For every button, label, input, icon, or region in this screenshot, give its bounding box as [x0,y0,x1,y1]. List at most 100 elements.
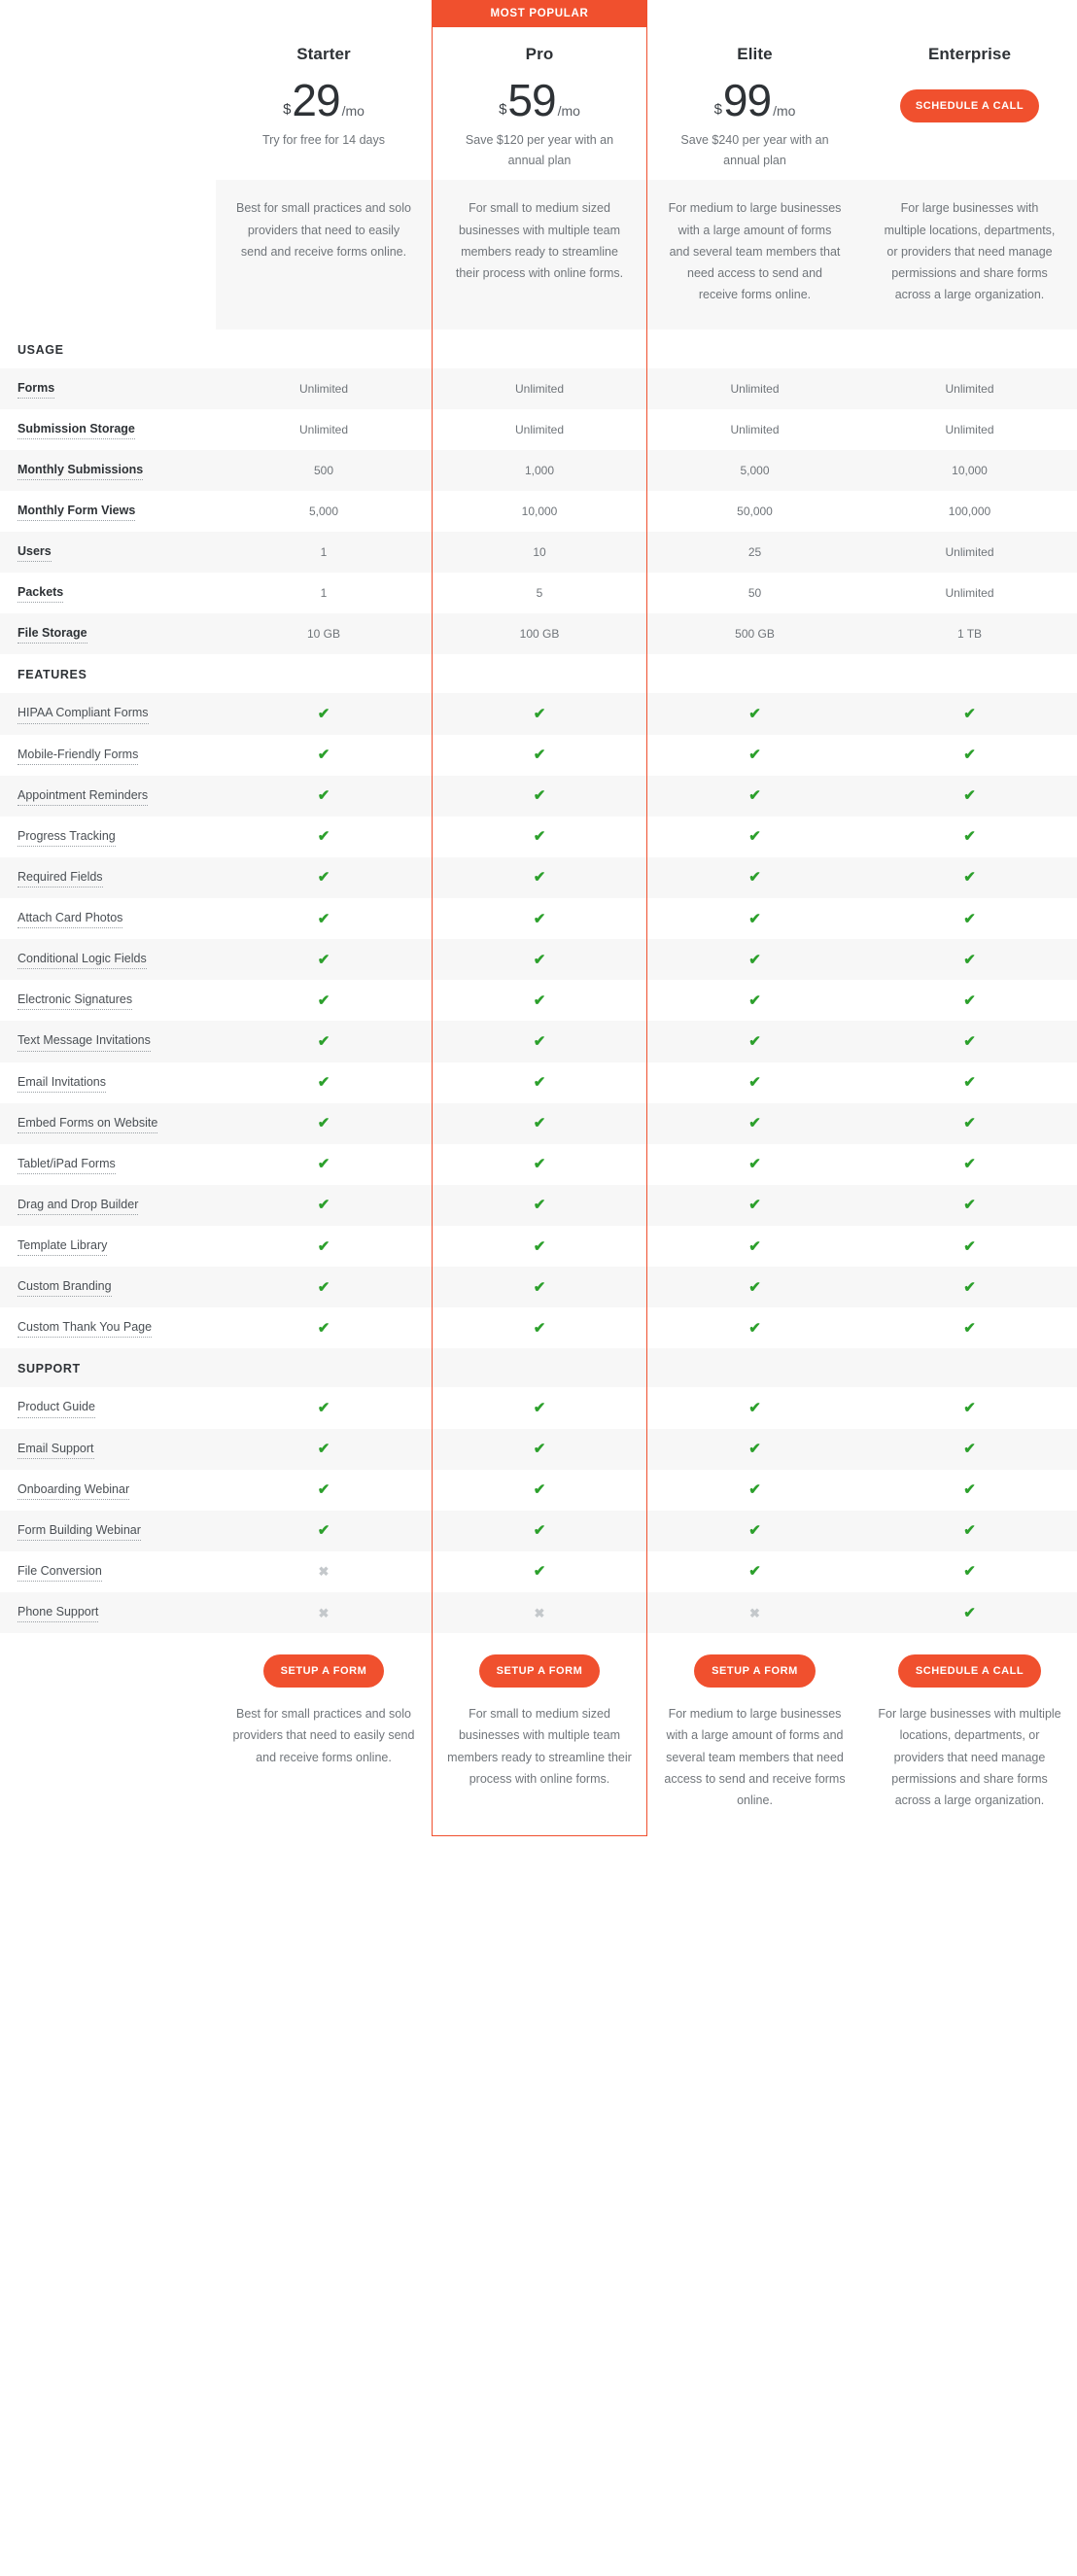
table-cell: ✔ [432,1144,647,1185]
check-icon: ✔ [317,1481,330,1499]
table-cell: ✔ [862,1387,1077,1428]
check-icon: ✔ [533,1481,546,1499]
check-icon: ✔ [748,1399,761,1416]
plan-name-enterprise: Enterprise [927,45,1012,63]
setup-a-form-button-elite[interactable]: SETUP A FORM [694,1654,816,1688]
row-label: Email Support [0,1428,216,1470]
table-cell: ✔ [862,1510,1077,1551]
table-row: Forms Unlimited Unlimited Unlimited Unlimite… [0,367,1077,409]
row-label-text: Monthly Form Views [17,502,136,521]
row-label-text: Drag and Drop Builder [17,1196,139,1215]
table-cell: 500 [216,449,432,491]
row-label-text: Phone Support [17,1603,99,1623]
schedule-a-call-button-bottom[interactable]: SCHEDULE A CALL [897,1654,1042,1688]
footer-spacer-cell [0,1633,216,1836]
table-cell: ✔ [647,1470,862,1511]
footer-description-enterprise: For large businesses with multiple locat… [878,1707,1061,1808]
section-heading-filler [647,330,862,368]
row-label-text: Electronic Signatures [17,991,133,1011]
footer-description-pro: For small to medium sized businesses wit… [447,1707,632,1786]
check-icon: ✔ [317,1441,330,1458]
row-label-text: Tablet/iPad Forms [17,1155,116,1174]
table-cell: 5,000 [647,449,862,491]
check-icon: ✔ [748,1441,761,1458]
table-cell: ✔ [216,1062,432,1103]
header-spacer-cell [0,27,216,180]
row-label: Appointment Reminders [0,775,216,817]
table-cell: ✔ [862,1062,1077,1103]
table-cell: ✔ [432,1470,647,1511]
plan-name-elite: Elite [737,45,773,63]
check-icon: ✔ [317,1156,330,1173]
check-icon: ✔ [317,992,330,1009]
comparison-sections: USAGE Forms Unlimited Unlimited Unlimited Unl… [0,330,1077,1634]
table-cell: ✔ [647,939,862,981]
row-label: Phone Support [0,1592,216,1634]
table-row: Tablet/iPad Forms ✔ ✔ ✔ ✔ [0,1144,1077,1185]
plan-price-starter: $ 29 /mo [229,78,418,122]
table-cell: ✔ [647,1144,862,1185]
table-row: File Storage 10 GB 100 GB 500 GB 1 TB [0,613,1077,655]
table-cell: Unlimited [945,586,994,601]
setup-a-form-button-starter[interactable]: SETUP A FORM [262,1654,385,1688]
check-icon: ✔ [748,828,761,846]
check-icon: ✔ [533,787,546,805]
section-heading-filler [862,330,1077,368]
row-label-text: Forms [17,379,55,399]
footer-cell-pro: SETUP A FORM For small to medium sized b… [432,1633,647,1836]
table-cell: ✔ [647,1307,862,1348]
price-amount: 99 [722,75,772,125]
table-cell: ✔ [432,1510,647,1551]
table-cell: ✔ [432,1551,647,1592]
table-cell: 100,000 [948,504,991,518]
check-icon: ✔ [748,910,761,927]
table-cell: ✔ [647,1062,862,1103]
row-label-text: Custom Thank You Page [17,1318,153,1339]
check-icon: ✔ [748,787,761,805]
check-icon: ✔ [317,787,330,805]
table-cell: ✔ [647,1102,862,1144]
row-label: Template Library [0,1226,216,1267]
check-icon: ✔ [533,747,546,764]
table-cell: ✔ [862,1592,1077,1634]
row-label-text: Mobile-Friendly Forms [17,746,139,765]
row-label-text: Embed Forms on Website [17,1114,158,1133]
most-popular-badge: MOST POPULAR [432,0,647,27]
table-cell: ✔ [432,817,647,857]
row-label-text: Conditional Logic Fields [17,950,147,970]
row-label: File Storage [0,613,216,655]
table-cell: ✔ [862,1267,1077,1308]
check-icon: ✔ [533,828,546,846]
table-cell: ✔ [647,693,862,735]
plan-header-row: Starter $ 29 /mo Try for free for 14 day… [0,27,1077,180]
table-cell: 5 [536,586,543,601]
section-heading-filler [216,654,432,693]
table-cell: ✔ [862,1428,1077,1470]
row-label: Custom Thank You Page [0,1307,216,1348]
section-heading-row: SUPPORT [0,1348,1077,1388]
table-row: Progress Tracking ✔ ✔ ✔ ✔ [0,817,1077,857]
table-cell: ✔ [216,1267,432,1308]
table-cell: ✔ [432,1387,647,1428]
table-cell: ✔ [647,898,862,939]
check-icon: ✔ [317,910,330,927]
check-icon: ✔ [533,1074,546,1092]
table-cell: ✔ [862,1102,1077,1144]
section-heading-filler [432,1348,647,1388]
currency-symbol: $ [499,101,507,118]
setup-a-form-button-pro[interactable]: SETUP A FORM [478,1654,601,1688]
section-heading-filler [647,1348,862,1388]
table-row: Monthly Form Views 5,000 10,000 50,000 100,0… [0,491,1077,532]
table-cell: ✔ [432,939,647,981]
check-icon: ✔ [533,951,546,968]
table-cell: Unlimited [216,367,432,409]
plan-description-enterprise: For large businesses with multiple locat… [862,180,1077,330]
table-cell: ✔ [647,1021,862,1062]
table-cell: ✔ [862,1470,1077,1511]
check-icon: ✔ [963,992,976,1009]
schedule-a-call-button-top[interactable]: SCHEDULE A CALL [899,89,1040,122]
table-cell: ✖ [216,1551,432,1592]
row-label: Submission Storage [0,409,216,450]
row-label: Conditional Logic Fields [0,939,216,981]
section-heading-filler [216,1348,432,1388]
